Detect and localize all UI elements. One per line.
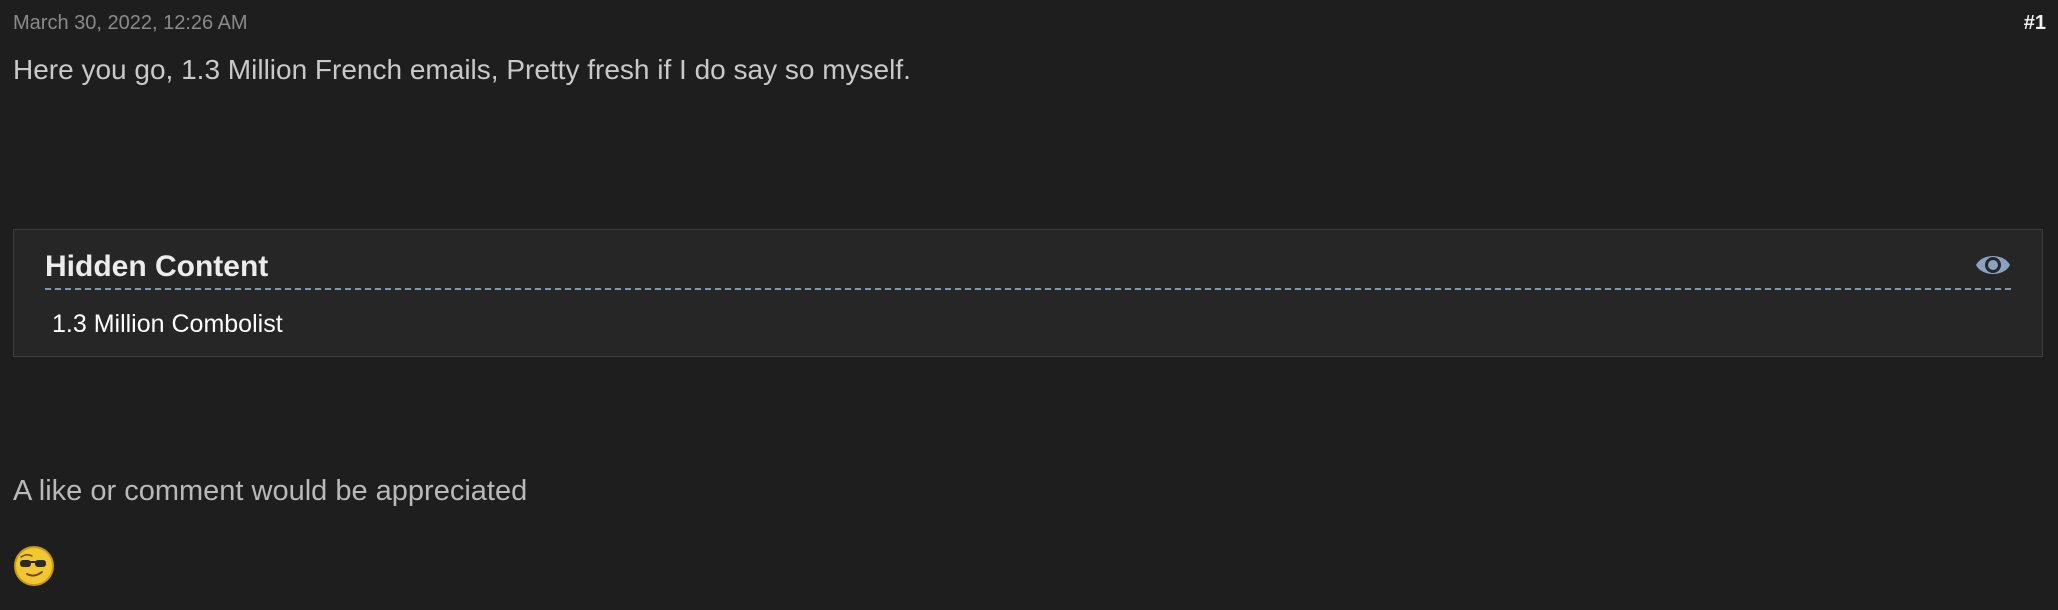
hidden-content-header: Hidden Content bbox=[45, 246, 2011, 290]
post-date: March 30, 2022, 12:26 AM bbox=[13, 12, 248, 34]
post-body-text: Here you go, 1.3 Million French emails, … bbox=[13, 54, 911, 85]
hidden-content-box: Hidden Content 1.3 Million Combolist bbox=[13, 229, 2043, 357]
hidden-content-text: 1.3 Million Combolist bbox=[52, 310, 283, 338]
forum-post: March 30, 2022, 12:26 AM #1 Here you go,… bbox=[0, 0, 2058, 610]
eye-icon[interactable] bbox=[1975, 250, 2011, 280]
hidden-content-title: Hidden Content bbox=[45, 250, 269, 283]
appreciation-text: A like or comment would be appreciated bbox=[13, 475, 528, 507]
cool-smiley-emoji-icon bbox=[13, 545, 55, 587]
post-number-link[interactable]: #1 bbox=[2024, 12, 2046, 35]
